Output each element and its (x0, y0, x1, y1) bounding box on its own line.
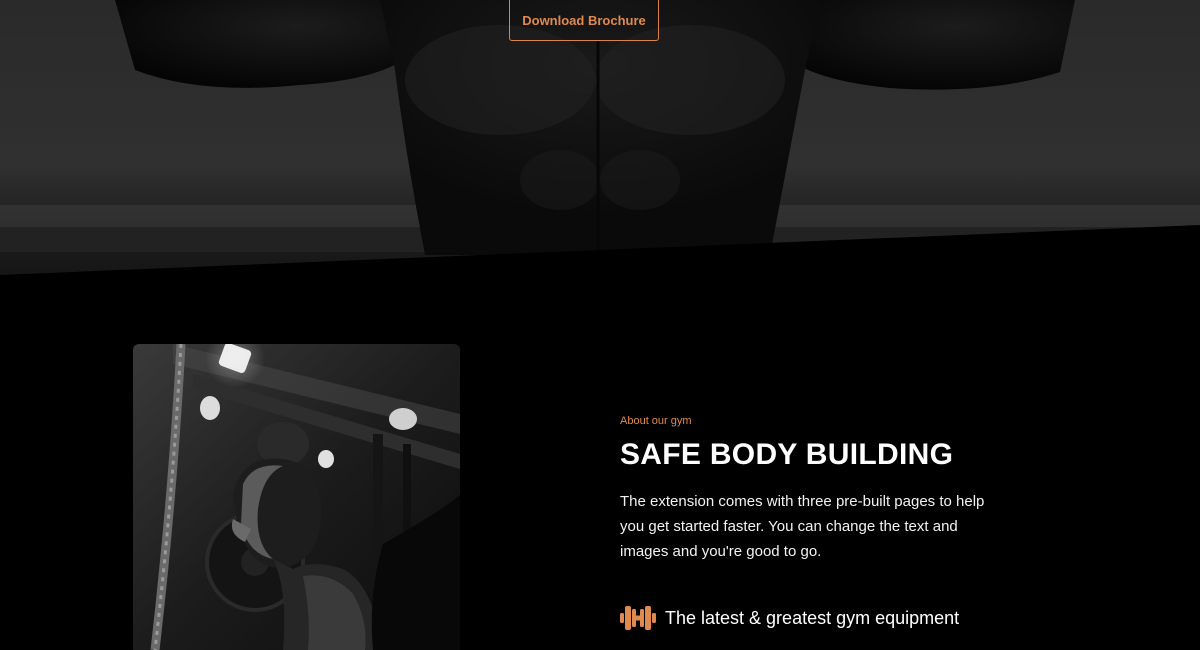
about-kicker: About our gym (620, 415, 692, 427)
feature-label: The latest & greatest gym equipment (665, 607, 960, 628)
hero-section: Download Brochure (0, 0, 1200, 300)
dumbbell-icon (620, 606, 656, 630)
about-gym-photo (133, 344, 460, 650)
about-description: The extension comes with three pre-built… (620, 493, 985, 560)
about-title: SAFE BODY BUILDING (620, 438, 954, 471)
download-brochure-button[interactable]: Download Brochure (509, 0, 659, 41)
page: Download Brochure About our gym SAFE BOD… (0, 0, 1200, 650)
about-text-block: About our gym SAFE BODY BUILDING The ext… (620, 414, 1040, 564)
feature-item: The latest & greatest gym equipment (620, 604, 959, 632)
hero-background-image (0, 0, 1200, 300)
